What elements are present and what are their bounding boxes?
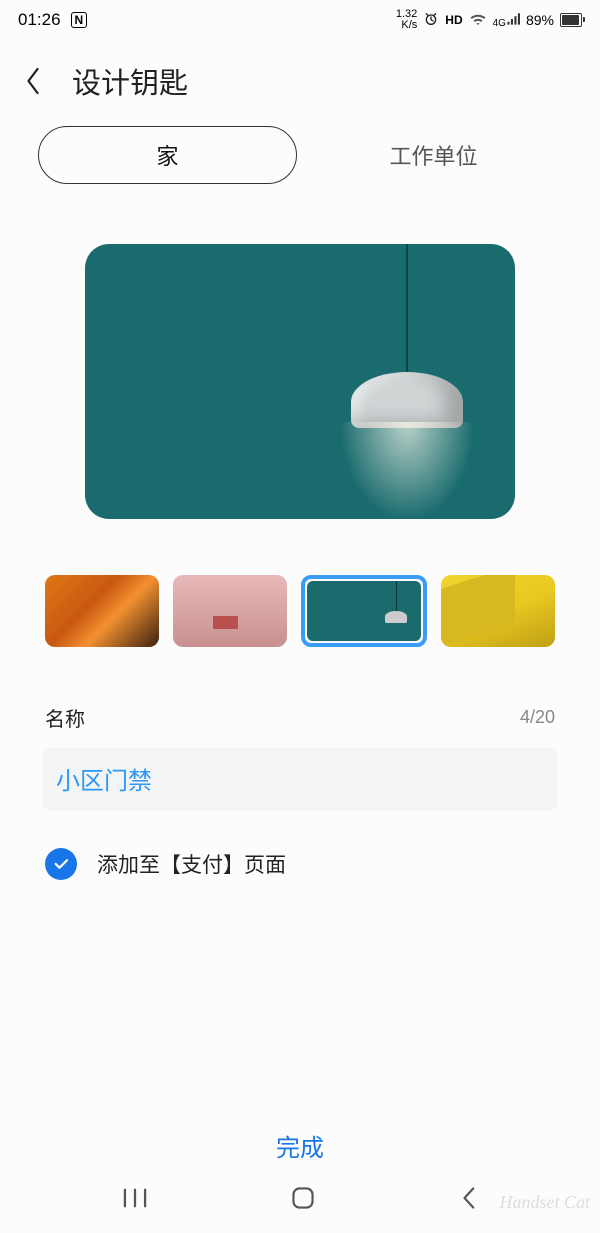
back-button[interactable] <box>457 1185 479 1211</box>
nfc-icon: N <box>71 12 88 28</box>
net-speed-indicator: 1.32 K/s <box>396 9 417 31</box>
app-header: 设计钥匙 <box>0 40 600 126</box>
add-to-pay-checkbox[interactable] <box>45 848 77 880</box>
tab-work[interactable]: 工作单位 <box>305 126 562 184</box>
name-counter: 4/20 <box>520 707 555 728</box>
category-tabs: 家 工作单位 <box>0 126 600 184</box>
done-button[interactable]: 完成 <box>0 1128 600 1163</box>
back-icon[interactable] <box>22 66 44 96</box>
tab-home-label: 家 <box>156 139 178 171</box>
status-time: 01:26 <box>18 10 61 30</box>
battery-icon <box>560 13 582 27</box>
battery-percent: 89% <box>526 12 554 28</box>
thumbnail-2[interactable] <box>173 575 287 647</box>
system-nav-bar <box>0 1173 600 1223</box>
tab-home[interactable]: 家 <box>38 126 297 184</box>
key-card-preview <box>85 244 515 519</box>
status-bar: 01:26 N 1.32 K/s HD 4G 89% <box>0 0 600 40</box>
page-title: 设计钥匙 <box>72 60 188 102</box>
name-input[interactable] <box>56 764 544 792</box>
thumbnail-3[interactable] <box>301 575 427 647</box>
alarm-icon <box>423 11 439 30</box>
home-button[interactable] <box>290 1185 316 1211</box>
background-thumbnails <box>0 575 600 647</box>
cellular-icon: 4G <box>493 12 520 29</box>
thumbnail-4[interactable] <box>441 575 555 647</box>
wifi-icon <box>469 12 487 29</box>
thumbnail-1[interactable] <box>45 575 159 647</box>
name-label: 名称 <box>45 703 85 732</box>
recents-button[interactable] <box>121 1187 149 1209</box>
tab-work-label: 工作单位 <box>389 139 477 171</box>
hd-icon: HD <box>445 13 462 27</box>
add-to-pay-label: 添加至【支付】页面 <box>97 849 286 879</box>
